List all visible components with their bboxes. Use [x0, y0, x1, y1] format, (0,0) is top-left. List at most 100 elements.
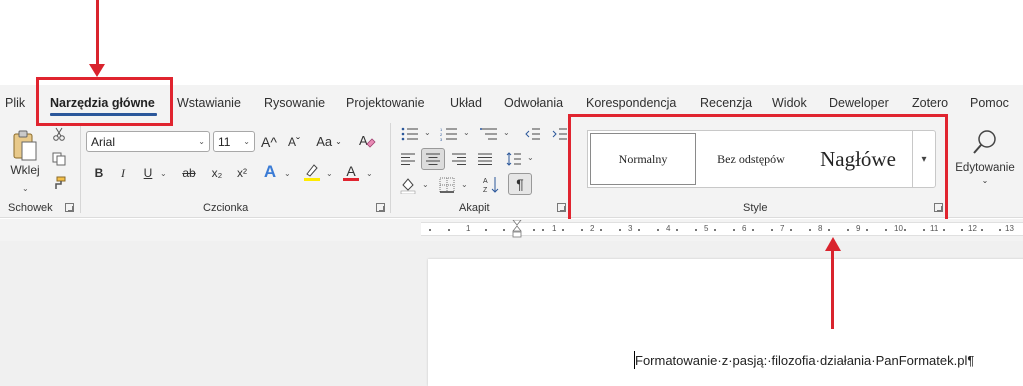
font-dialog-launcher-icon[interactable]: [376, 203, 385, 212]
copy-icon: [52, 152, 66, 166]
ruler-number: 6: [742, 224, 747, 233]
align-left-button[interactable]: [398, 150, 418, 168]
ruler-number: 9: [856, 224, 861, 233]
tab-review[interactable]: Recenzja: [700, 96, 752, 110]
ruler-number: 2: [590, 224, 595, 233]
editing-button[interactable]: Edytowanie ⌄: [952, 124, 1018, 188]
indent-marker: [512, 219, 522, 238]
numbering-button[interactable]: 123: [438, 126, 460, 142]
tab-mailings[interactable]: Korespondencja: [586, 96, 676, 110]
change-case-button[interactable]: Aa ⌄: [313, 131, 345, 152]
sort-button[interactable]: AZ: [481, 174, 501, 196]
grow-font-icon: A^: [261, 133, 277, 150]
tab-view[interactable]: Widok: [772, 96, 807, 110]
font-color-icon: A: [346, 162, 356, 179]
text-effects-button[interactable]: A: [260, 161, 280, 183]
tab-layout[interactable]: Układ: [450, 96, 482, 110]
cut-icon: [53, 127, 65, 141]
justify-button[interactable]: [475, 150, 495, 168]
group-separator: [390, 123, 391, 213]
editing-label: Edytowanie: [955, 161, 1015, 174]
cut-button[interactable]: [50, 126, 68, 142]
shrink-font-icon: Aˇ: [288, 134, 300, 149]
increase-indent-button[interactable]: [550, 126, 570, 142]
font-size-value: 11: [218, 134, 231, 149]
align-right-icon: [452, 153, 466, 165]
ruler-number: 8: [818, 224, 823, 233]
line-spacing-button[interactable]: [504, 150, 524, 168]
borders-icon: [439, 177, 455, 193]
highlight-dropdown-icon[interactable]: ⌄: [326, 169, 333, 178]
paste-button[interactable]: Wklej: [6, 126, 44, 180]
ruler-number: 12: [968, 224, 977, 233]
underline-button[interactable]: U: [139, 163, 157, 183]
paste-label: Wklej: [10, 162, 40, 177]
document-heading-text[interactable]: Formatowanie·z·pasją:·filozofia·działani…: [635, 353, 974, 368]
tab-draw[interactable]: Rysowanie: [264, 96, 325, 110]
font-name-select[interactable]: Arial ⌄: [86, 131, 210, 152]
ruler-number: 1: [466, 224, 471, 233]
chevron-down-icon: ⌄: [243, 137, 250, 146]
highlight-button[interactable]: [301, 161, 323, 183]
superscript-button[interactable]: x²: [232, 163, 252, 183]
bold-button[interactable]: B: [90, 163, 108, 183]
tab-file[interactable]: Plik: [5, 96, 25, 110]
clear-formatting-icon: A: [359, 133, 376, 148]
highlight-home-tab: [36, 77, 173, 126]
paste-icon: [13, 130, 37, 160]
decrease-indent-button[interactable]: [523, 126, 543, 142]
format-painter-icon: [55, 176, 66, 189]
chevron-down-icon[interactable]: ⌄: [503, 128, 510, 137]
grow-font-button[interactable]: A^: [259, 131, 279, 152]
shrink-font-button[interactable]: Aˇ: [284, 131, 304, 152]
shading-button[interactable]: [398, 175, 418, 195]
chevron-down-icon[interactable]: ⌄: [527, 153, 534, 162]
text-effects-dropdown-icon[interactable]: ⌄: [284, 169, 291, 178]
highlighter-icon: [304, 164, 320, 181]
decrease-indent-icon: [525, 128, 540, 140]
ruler-number: 2: [505, 224, 509, 233]
font-color-dropdown-icon[interactable]: ⌄: [366, 169, 373, 178]
align-right-button[interactable]: [449, 150, 469, 168]
clipboard-dialog-launcher-icon[interactable]: [65, 203, 74, 212]
clipboard-group-label: Schowek: [8, 202, 53, 214]
chevron-down-icon[interactable]: ⌄: [461, 180, 468, 189]
multilevel-list-button[interactable]: [478, 126, 500, 142]
borders-button[interactable]: [437, 175, 457, 195]
paragraph-dialog-launcher-icon[interactable]: [557, 203, 566, 212]
font-group-label: Czcionka: [203, 202, 249, 214]
ruler-number: 11: [930, 224, 939, 233]
italic-button[interactable]: I: [114, 163, 132, 183]
clear-formatting-button[interactable]: A: [356, 130, 378, 152]
strikethrough-button[interactable]: ab: [178, 163, 200, 183]
tab-insert[interactable]: Wstawianie: [177, 96, 241, 110]
chevron-down-icon[interactable]: ⌄: [463, 128, 470, 137]
underline-dropdown-icon[interactable]: ⌄: [160, 169, 167, 178]
increase-indent-icon: [552, 128, 567, 140]
tab-design[interactable]: Projektowanie: [346, 96, 425, 110]
chevron-down-icon[interactable]: ⌄: [424, 128, 431, 137]
justify-icon: [478, 153, 492, 165]
shading-icon: [400, 178, 416, 194]
highlight-styles-group: [568, 114, 948, 222]
show-formatting-marks-button[interactable]: ¶: [508, 173, 532, 195]
tab-help[interactable]: Pomoc: [970, 96, 1009, 110]
format-painter-button[interactable]: [50, 175, 68, 191]
ruler-number: 1: [552, 224, 557, 233]
font-size-select[interactable]: 11 ⌄: [213, 131, 255, 152]
subscript-button[interactable]: x₂: [207, 163, 227, 183]
bullets-button[interactable]: [399, 126, 421, 142]
paste-dropdown-icon[interactable]: ⌄: [22, 184, 29, 193]
font-color-button[interactable]: A: [340, 161, 362, 183]
horizontal-ruler: 1 2 1 2 3 4 5 6 7 8 9 10 11 12 13: [421, 219, 1023, 238]
copy-button[interactable]: [50, 151, 68, 167]
ruler-number: 7: [780, 224, 785, 233]
tab-developer[interactable]: Deweloper: [829, 96, 889, 110]
numbering-icon: 123: [440, 127, 457, 141]
search-icon: [973, 129, 996, 154]
svg-text:Z: Z: [483, 187, 488, 194]
chevron-down-icon[interactable]: ⌄: [422, 180, 429, 189]
tab-references[interactable]: Odwołania: [504, 96, 563, 110]
tab-zotero[interactable]: Zotero: [912, 96, 948, 110]
align-center-button[interactable]: [421, 148, 445, 170]
